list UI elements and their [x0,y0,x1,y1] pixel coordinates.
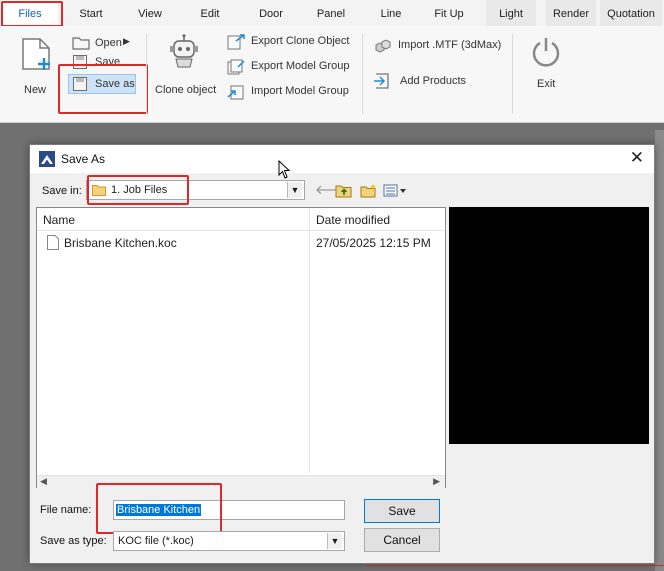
scroll-right-icon[interactable]: ▶ [433,476,440,487]
close-icon[interactable]: ✕ [630,148,644,168]
robot-clone-icon [170,34,198,68]
menu-panel[interactable]: Panel [306,0,356,26]
import-model-group-button[interactable]: Import Model Group [224,82,354,102]
menu-quotation[interactable]: Quotation [600,0,662,26]
new-label: New [24,84,47,96]
file-icon [47,235,59,250]
add-products-icon [374,73,389,89]
3d-cubes-icon [375,39,391,53]
clone-object-button[interactable]: Clone object [152,32,216,96]
save-as-label: Save as [95,78,135,90]
app-logo-icon [39,151,55,167]
import-group-icon [227,85,244,100]
preview-pane [449,207,649,444]
save-as-dialog: Save As ✕ Save in: 1. Job Files ▼ 🡐 Name… [29,144,655,564]
ribbon-separator [362,34,363,114]
file-date: 27/05/2025 12:15 PM [316,236,431,250]
save-as-type-label: Save as type: [40,535,107,547]
save-button[interactable]: Save [70,54,132,70]
export-clone-object-button[interactable]: Export Clone Object [224,32,354,52]
exit-button[interactable]: Exit [522,34,570,94]
dropdown-arrow-icon: ▼ [287,182,302,198]
file-name-label: File name: [40,504,92,516]
power-icon [532,38,560,67]
list-item[interactable]: Brisbane Kitchen.koc 27/05/2025 12:15 PM [43,234,443,252]
workspace-wall-panel [655,130,664,571]
save-as-type-dropdown[interactable]: KOC file (*.koc) ▼ [113,531,345,551]
dialog-title-bar: Save As ✕ [30,145,654,173]
up-folder-icon[interactable] [335,183,353,198]
file-list[interactable]: Name Date modified Brisbane Kitchen.koc … [36,207,446,489]
add-products-button[interactable]: Add Products [370,70,504,92]
add-products-label: Add Products [400,75,467,87]
import-model-group-label: Import Model Group [251,85,349,97]
new-document-icon [22,38,50,70]
export-clone-object-label: Export Clone Object [251,35,350,47]
horizontal-scrollbar[interactable]: ◀ ▶ [37,475,445,489]
save-as-button[interactable]: Save as [68,74,136,94]
menu-files[interactable]: Files [2,0,58,26]
save-as-type-value: KOC file (*.koc) [118,535,194,547]
save-label: Save [95,56,121,68]
menu-line[interactable]: Line [368,0,414,26]
ribbon-separator [512,34,513,114]
export-model-group-button[interactable]: Export Model Group [224,57,354,77]
mouse-cursor-icon [278,160,291,179]
menu-light[interactable]: Light [486,0,536,26]
new-folder-icon[interactable] [360,183,378,198]
open-label: Open [95,37,122,49]
import-mtf-button[interactable]: Import .MTF (3dMax) [370,36,504,56]
open-button[interactable]: Open ▶ [70,34,132,52]
scroll-left-icon[interactable]: ◀ [40,476,47,487]
file-name-field[interactable]: Brisbane Kitchen [113,500,345,520]
export-model-group-label: Export Model Group [251,60,350,72]
save-in-label: Save in: [42,185,82,197]
menu-edit[interactable]: Edit [186,0,234,26]
save-in-dropdown[interactable]: 1. Job Files ▼ [86,180,305,200]
column-header-date[interactable]: Date modified [316,213,390,227]
dialog-title: Save As [61,152,106,166]
new-button[interactable]: New [10,32,60,96]
menu-fit-up[interactable]: Fit Up [424,0,474,26]
folder-icon [92,185,106,196]
menu-start[interactable]: Start [66,0,116,26]
clone-object-label: Clone object [155,84,217,96]
file-name-value: Brisbane Kitchen [116,504,202,516]
open-submenu-arrow-icon: ▶ [123,36,130,46]
ribbon: New Open ▶ Save Save as Clone object Exp… [0,26,664,123]
column-header-name[interactable]: Name [43,213,75,227]
save-as-icon [73,77,87,91]
view-menu-icon[interactable] [383,184,407,198]
exit-label: Exit [537,78,556,90]
save-in-value: 1. Job Files [111,184,168,196]
export-icon [227,34,245,50]
ribbon-separator [146,34,147,114]
dropdown-arrow-icon: ▼ [327,533,342,549]
menu-door[interactable]: Door [246,0,296,26]
menu-bar: Files Start View Edit Door Panel Line Fi… [0,0,664,26]
menu-view[interactable]: View [126,0,174,26]
import-mtf-label: Import .MTF (3dMax) [398,39,502,51]
workspace-floor-line [365,565,664,566]
save-disk-icon [73,55,87,69]
cancel-button[interactable]: Cancel [364,528,440,552]
file-name: Brisbane Kitchen.koc [64,236,177,250]
menu-render[interactable]: Render [546,0,596,26]
export-group-icon [227,59,245,75]
open-folder-icon [72,37,90,50]
file-list-header: Name Date modified [37,208,445,473]
save-dialog-button[interactable]: Save [364,499,440,523]
